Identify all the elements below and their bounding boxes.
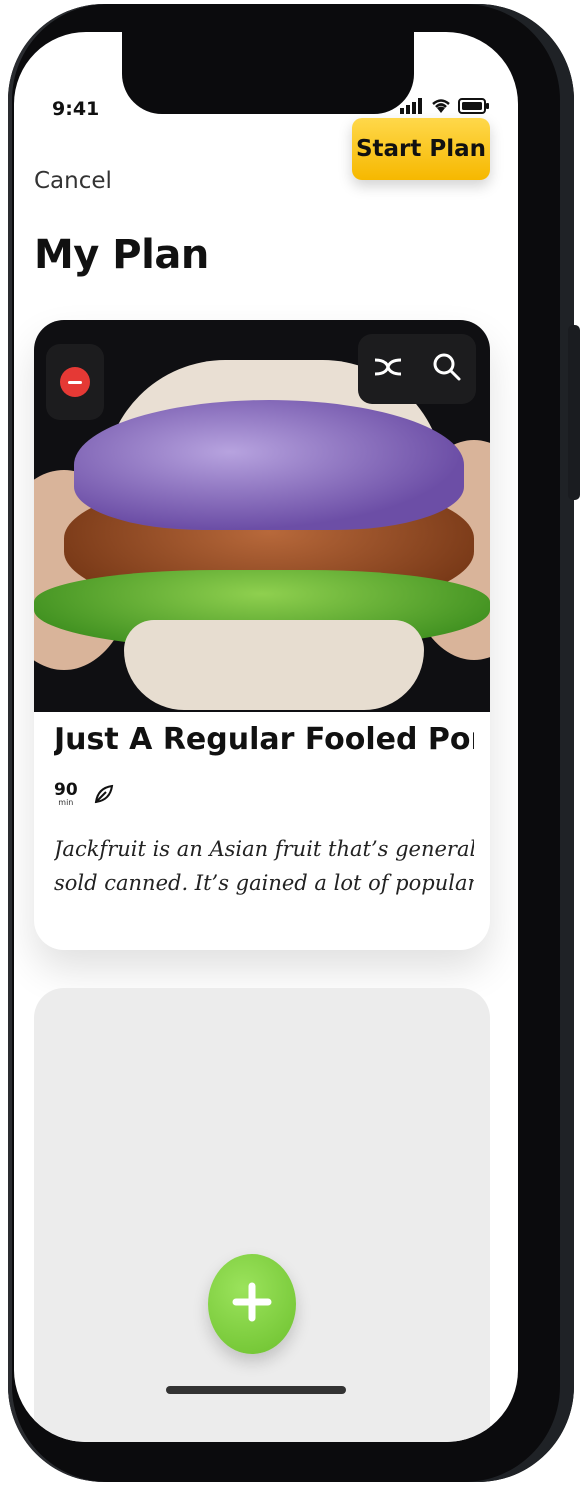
start-plan-button[interactable]: Start Plan <box>352 118 490 180</box>
wifi-icon <box>430 98 452 118</box>
add-recipe-button[interactable] <box>208 1254 296 1354</box>
remove-button[interactable] <box>46 344 104 420</box>
recipe-tools <box>358 334 476 404</box>
bun-bottom <box>124 620 424 710</box>
cook-time-unit: min <box>58 798 74 807</box>
phone-mockup: 9:41 Cancel Start Plan My Plan Just A Re… <box>0 0 580 1488</box>
purple-slaw <box>74 400 464 530</box>
page-title: My Plan <box>34 232 209 278</box>
search-icon[interactable] <box>432 352 462 386</box>
description-line-1: Jackfruit is an Asian fruit that’s gener… <box>54 837 474 861</box>
cancel-button[interactable]: Cancel <box>34 168 112 194</box>
remove-icon <box>60 367 90 397</box>
description-line-2: sold canned. It’s gained a lot of popula… <box>54 871 474 895</box>
home-indicator[interactable] <box>166 1386 346 1394</box>
recipe-description: Jackfruit is an Asian fruit that’s gener… <box>54 832 474 900</box>
status-time: 9:41 <box>52 98 100 120</box>
empty-plan-slot <box>34 988 490 1442</box>
shuffle-icon[interactable] <box>372 354 404 384</box>
signal-icon <box>400 98 424 118</box>
cook-time-value: 90 <box>54 780 78 800</box>
leaf-icon <box>92 782 116 810</box>
cook-time: 90 min <box>54 782 78 807</box>
recipe-photo <box>34 320 490 712</box>
notch <box>122 32 414 114</box>
battery-icon <box>458 98 490 118</box>
plus-icon <box>230 1280 274 1328</box>
recipe-title: Just A Regular Fooled Pork S <box>54 722 474 757</box>
recipe-meta: 90 min <box>54 782 116 810</box>
recipe-card[interactable]: Just A Regular Fooled Pork S 90 min Jack… <box>34 320 490 950</box>
app-screen: 9:41 Cancel Start Plan My Plan Just A Re… <box>14 32 518 1442</box>
status-icons <box>400 98 490 118</box>
side-button <box>568 325 580 500</box>
